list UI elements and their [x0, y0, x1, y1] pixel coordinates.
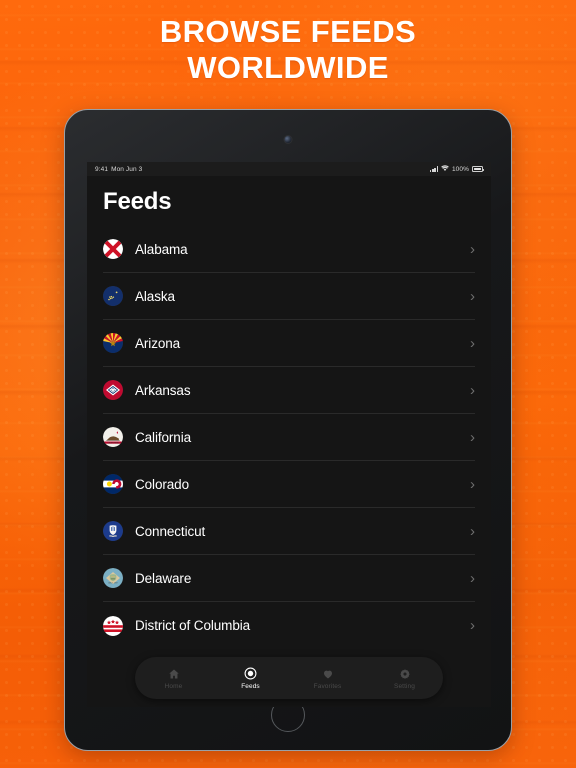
tab-label: Favorites — [313, 682, 342, 690]
flag-connecticut-icon — [103, 521, 123, 541]
cellular-signal-icon — [430, 166, 438, 172]
flag-district-of-columbia-icon — [103, 615, 123, 636]
flag-alabama-icon — [103, 239, 123, 259]
flag-alaska-icon — [103, 286, 123, 306]
chevron-right-icon: › — [470, 381, 475, 399]
headline-line-1: BROWSE FEEDS — [159, 14, 417, 49]
status-time: 9:41 — [95, 165, 109, 173]
chevron-right-icon: › — [470, 522, 475, 540]
list-item[interactable]: District of Columbia › — [103, 602, 475, 649]
list-item[interactable]: Alaska › — [103, 273, 475, 320]
wifi-icon — [441, 165, 449, 173]
heart-icon — [322, 667, 334, 681]
svg-text:CALIFORNIA: CALIFORNIA — [107, 441, 119, 444]
list-item[interactable]: Alabama › — [103, 226, 475, 273]
list-item[interactable]: Connecticut › — [103, 508, 475, 555]
tab-feeds[interactable]: Feeds — [212, 667, 289, 690]
chevron-right-icon: › — [470, 475, 475, 493]
gear-icon — [399, 667, 411, 681]
list-item[interactable]: Arkansas › — [103, 367, 475, 414]
page-headline: BROWSE FEEDS WORLDWIDE — [0, 14, 576, 86]
list-item-label: Arkansas — [135, 382, 191, 398]
list-item-label: Connecticut — [135, 523, 206, 539]
tab-label: Feeds — [241, 682, 260, 690]
svg-text:DEC 7, 1787: DEC 7, 1787 — [108, 582, 117, 584]
chevron-right-icon: › — [470, 287, 475, 305]
list-item-label: District of Columbia — [135, 618, 251, 633]
flag-arizona-icon — [103, 333, 123, 353]
battery-percent-label: 100% — [451, 165, 469, 173]
feeds-icon — [244, 667, 257, 681]
headline-line-2: WORLDWIDE — [187, 50, 389, 85]
list-item-label: Arizona — [135, 335, 181, 351]
chevron-right-icon: › — [470, 617, 475, 634]
front-camera-icon — [284, 136, 292, 143]
flag-colorado-icon — [103, 474, 123, 494]
list-item[interactable]: DEC 7, 1787 Delaware › — [103, 555, 475, 602]
chevron-right-icon: › — [470, 428, 475, 446]
flag-arkansas-icon — [103, 380, 123, 400]
list-item[interactable]: Arizona › — [103, 320, 475, 367]
tablet-device-frame: 9:41 Mon Jun 3 100% Feeds Alabama › Alas… — [64, 109, 512, 751]
device-screen: 9:41 Mon Jun 3 100% Feeds Alabama › Alas… — [87, 162, 491, 707]
chevron-right-icon: › — [470, 569, 475, 587]
tab-label: Setting — [394, 682, 415, 690]
list-item[interactable]: Colorado › — [103, 461, 475, 508]
battery-full-icon — [472, 166, 484, 172]
list-item-label: Colorado — [135, 476, 189, 492]
tab-label: Home — [164, 682, 183, 690]
list-item-label: Delaware — [135, 570, 192, 586]
list-item-label: Alabama — [135, 241, 188, 257]
feeds-list: Alabama › Alaska › Arizona › Arkansas › … — [87, 226, 491, 649]
list-item[interactable]: CALIFORNIA California › — [103, 414, 475, 461]
status-bar: 9:41 Mon Jun 3 100% — [87, 162, 491, 176]
status-date: Mon Jun 3 — [111, 165, 143, 173]
bottom-tab-bar: Home Feeds Favorites Setting — [135, 657, 443, 699]
tab-setting[interactable]: Setting — [366, 667, 443, 690]
tab-home[interactable]: Home — [135, 667, 212, 690]
flag-delaware-icon: DEC 7, 1787 — [103, 568, 123, 588]
list-item-label: California — [135, 429, 192, 445]
chevron-right-icon: › — [470, 240, 475, 258]
tab-favorites[interactable]: Favorites — [289, 667, 366, 690]
flag-california-icon: CALIFORNIA — [103, 427, 123, 447]
list-item-label: Alaska — [135, 288, 175, 304]
home-icon — [168, 667, 180, 681]
page-title: Feeds — [103, 188, 172, 215]
chevron-right-icon: › — [470, 334, 475, 352]
